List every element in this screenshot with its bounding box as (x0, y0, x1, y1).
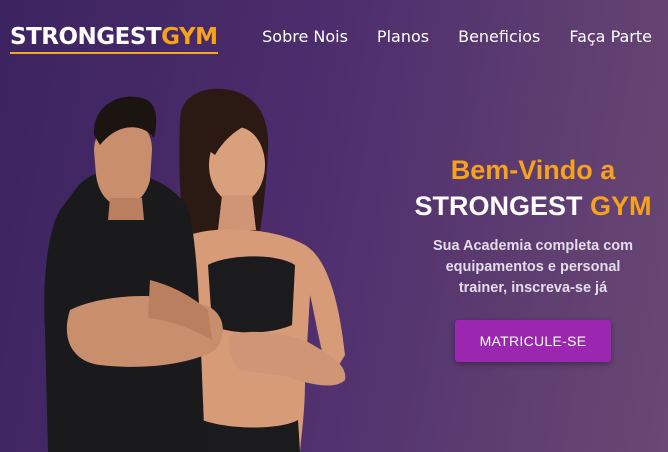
enroll-button[interactable]: MATRICULE-SE (455, 320, 611, 362)
hero-title-part2: GYM (590, 191, 652, 221)
hero-photo (44, 88, 346, 452)
brand-logo-part1: STRONGEST (10, 24, 162, 50)
brand-logo-part2: GYM (161, 24, 218, 50)
hero-title: STRONGEST GYM (398, 188, 668, 224)
nav-link-sobre[interactable]: Sobre Nois (262, 27, 348, 46)
nav-link-faca-parte[interactable]: Faça Parte (569, 27, 652, 46)
brand-logo[interactable]: STRONGESTGYM (10, 24, 218, 54)
nav-link-beneficios[interactable]: Beneficios (458, 27, 540, 46)
hero-welcome: Bem-Vindo a (450, 155, 616, 185)
hero-description: Sua Academia completa com equipamentos e… (432, 238, 634, 296)
nav-link-planos[interactable]: Planos (377, 27, 429, 46)
hero-title-part1: STRONGEST (414, 191, 590, 221)
hero-text: Bem-Vindo a STRONGEST GYM Sua Academia c… (398, 152, 668, 299)
main-nav: Sobre Nois Planos Beneficios Faça Parte (262, 27, 652, 46)
woman-figure (179, 88, 346, 452)
